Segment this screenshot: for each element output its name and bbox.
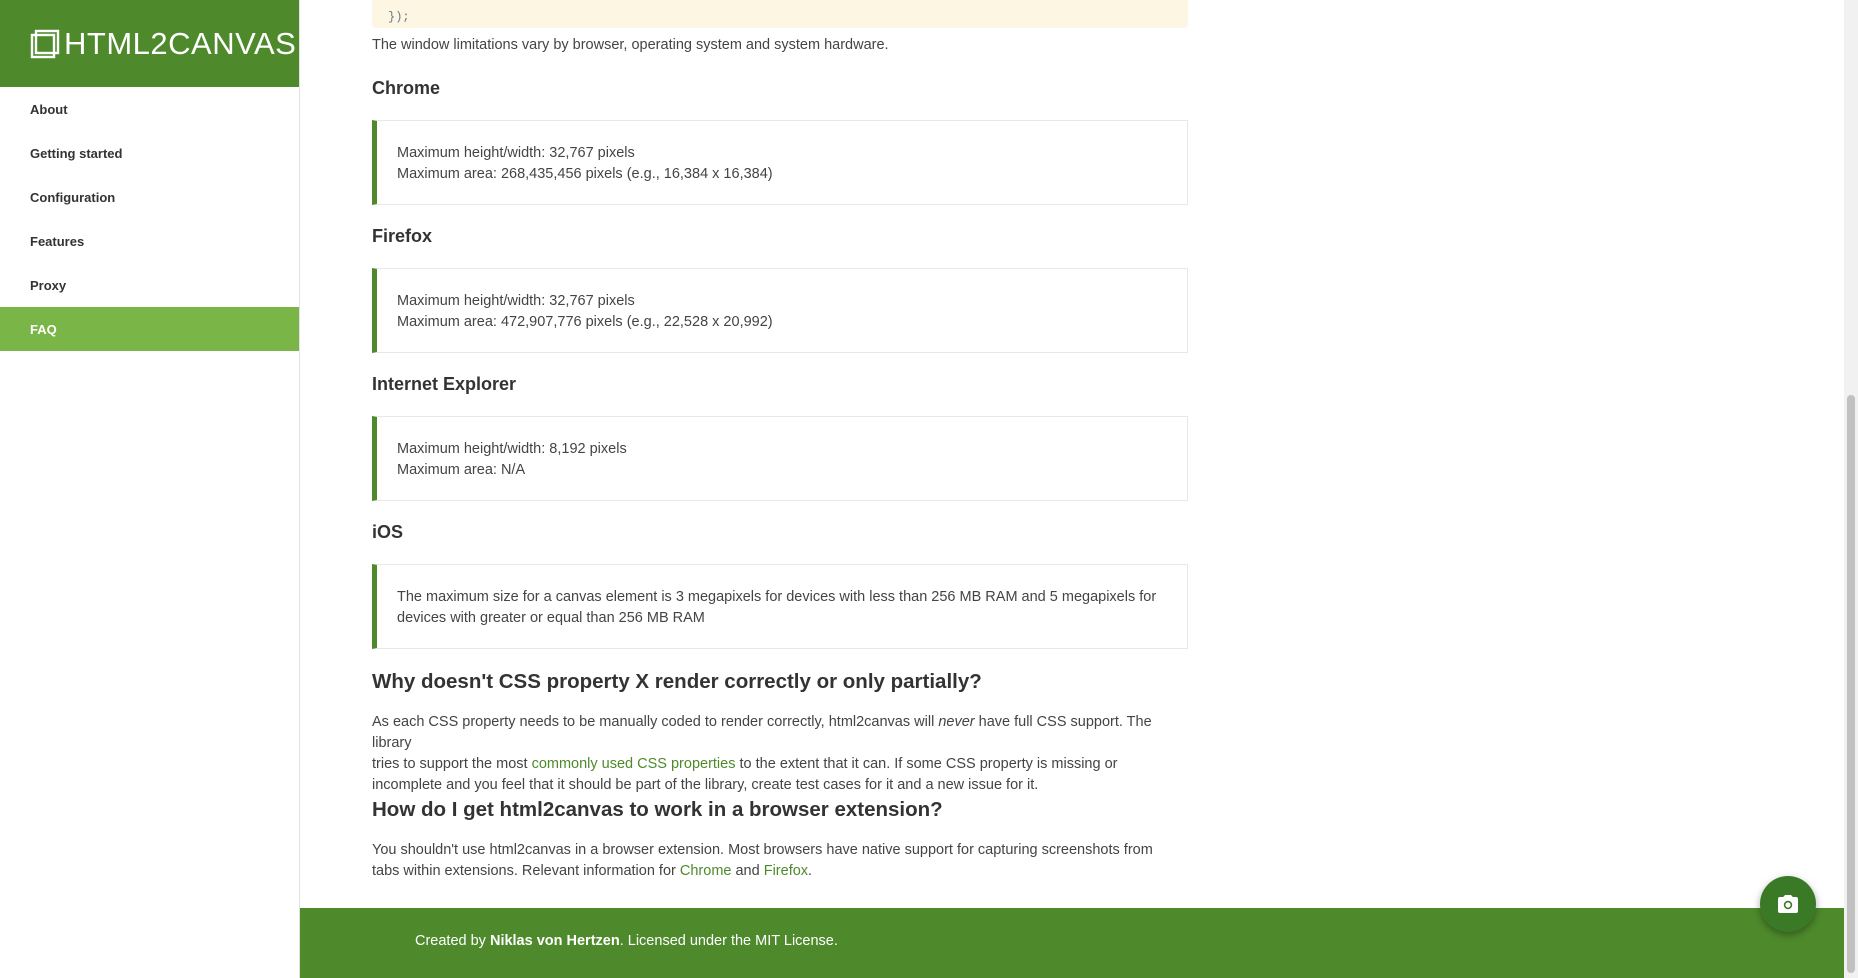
- footer-suffix: . Licensed under the MIT License.: [619, 933, 838, 949]
- ie-max-dimension: Maximum height/width: 8,192 pixels: [397, 441, 627, 457]
- ios-limits-block: The maximum size for a canvas element is…: [372, 564, 1188, 649]
- logo-icon: [30, 29, 60, 58]
- css-faq-text: As each CSS property needs to be manuall…: [372, 714, 939, 730]
- chrome-heading: Chrome: [372, 78, 441, 98]
- css-faq-emphasis: never: [938, 714, 975, 730]
- sidebar-item-faq[interactable]: FAQ: [0, 307, 299, 351]
- css-faq-line-1: As each CSS property needs to be manuall…: [372, 712, 1188, 754]
- firefox-max-dimension: Maximum height/width: 32,767 pixels: [397, 293, 635, 309]
- sidebar: HTML2CANVAS About Getting started Config…: [0, 0, 300, 978]
- sidebar-item-configuration[interactable]: Configuration: [0, 175, 299, 219]
- css-faq-line-3: incomplete and you feel that it should b…: [372, 777, 1039, 793]
- chrome-max-dimension: Maximum height/width: 32,767 pixels: [397, 145, 635, 161]
- css-faq-text: to the extent that it can. If some CSS p…: [735, 756, 1118, 772]
- extension-faq-paragraph: You shouldn't use html2canvas in a brows…: [372, 840, 1188, 882]
- chrome-limits-block: Maximum height/width: 32,767 pixels Maxi…: [372, 120, 1188, 205]
- extension-faq-heading: How do I get html2canvas to work in a br…: [372, 798, 943, 821]
- ie-heading: Internet Explorer: [372, 374, 517, 394]
- chrome-max-area: Maximum area: 268,435,456 pixels (e.g., …: [397, 166, 773, 182]
- intro-paragraph: The window limitations vary by browser, …: [372, 37, 889, 53]
- footer-text: Created by Niklas von Hertzen. Licensed …: [415, 933, 838, 949]
- ios-heading: iOS: [372, 522, 404, 542]
- screenshot-button[interactable]: [1760, 876, 1816, 932]
- code-text: });: [388, 10, 410, 24]
- extension-faq-line-1: You shouldn't use html2canvas in a brows…: [372, 842, 1153, 858]
- sidebar-item-proxy[interactable]: Proxy: [0, 263, 299, 307]
- ie-max-area: Maximum area: N/A: [397, 462, 526, 478]
- scrollbar-thumb[interactable]: [1847, 395, 1855, 973]
- css-properties-link[interactable]: commonly used CSS properties: [532, 756, 736, 772]
- css-faq-text: tries to support the most: [372, 756, 532, 772]
- css-faq-heading: Why doesn't CSS property X render correc…: [372, 670, 982, 693]
- camera-icon: [1778, 895, 1798, 913]
- brand-title: HTML2CANVAS: [64, 25, 297, 61]
- extension-faq-text: tabs within extensions. Relevant informa…: [372, 863, 680, 879]
- footer: Created by Niklas von Hertzen. Licensed …: [300, 908, 1844, 978]
- brand-header[interactable]: HTML2CANVAS: [0, 0, 299, 87]
- firefox-heading: Firefox: [372, 226, 433, 246]
- footer-author[interactable]: Niklas von Hertzen: [490, 933, 620, 949]
- extension-faq-line-2: tabs within extensions. Relevant informa…: [372, 861, 1188, 882]
- sidebar-item-about[interactable]: About: [0, 87, 299, 131]
- extension-faq-text: .: [808, 863, 813, 879]
- css-faq-paragraph: As each CSS property needs to be manuall…: [372, 712, 1188, 796]
- firefox-link[interactable]: Firefox: [764, 863, 808, 879]
- sidebar-item-getting-started[interactable]: Getting started: [0, 131, 299, 175]
- ios-line-1: The maximum size for a canvas element is…: [397, 589, 1157, 605]
- firefox-limits-block: Maximum height/width: 32,767 pixels Maxi…: [372, 268, 1188, 353]
- ios-line-2: devices with greater or equal than 256 M…: [397, 610, 705, 626]
- css-faq-line-2: tries to support the most commonly used …: [372, 754, 1188, 775]
- chrome-link[interactable]: Chrome: [680, 863, 732, 879]
- page-scrollbar[interactable]: [1844, 0, 1858, 978]
- sidebar-item-features[interactable]: Features: [0, 219, 299, 263]
- ie-limits-block: Maximum height/width: 8,192 pixels Maxim…: [372, 416, 1188, 501]
- footer-prefix: Created by: [415, 933, 490, 949]
- sidebar-nav: About Getting started Configuration Feat…: [0, 87, 299, 351]
- code-block: });: [372, 0, 1188, 28]
- firefox-max-area: Maximum area: 472,907,776 pixels (e.g., …: [397, 314, 773, 330]
- extension-faq-text: and: [731, 863, 764, 879]
